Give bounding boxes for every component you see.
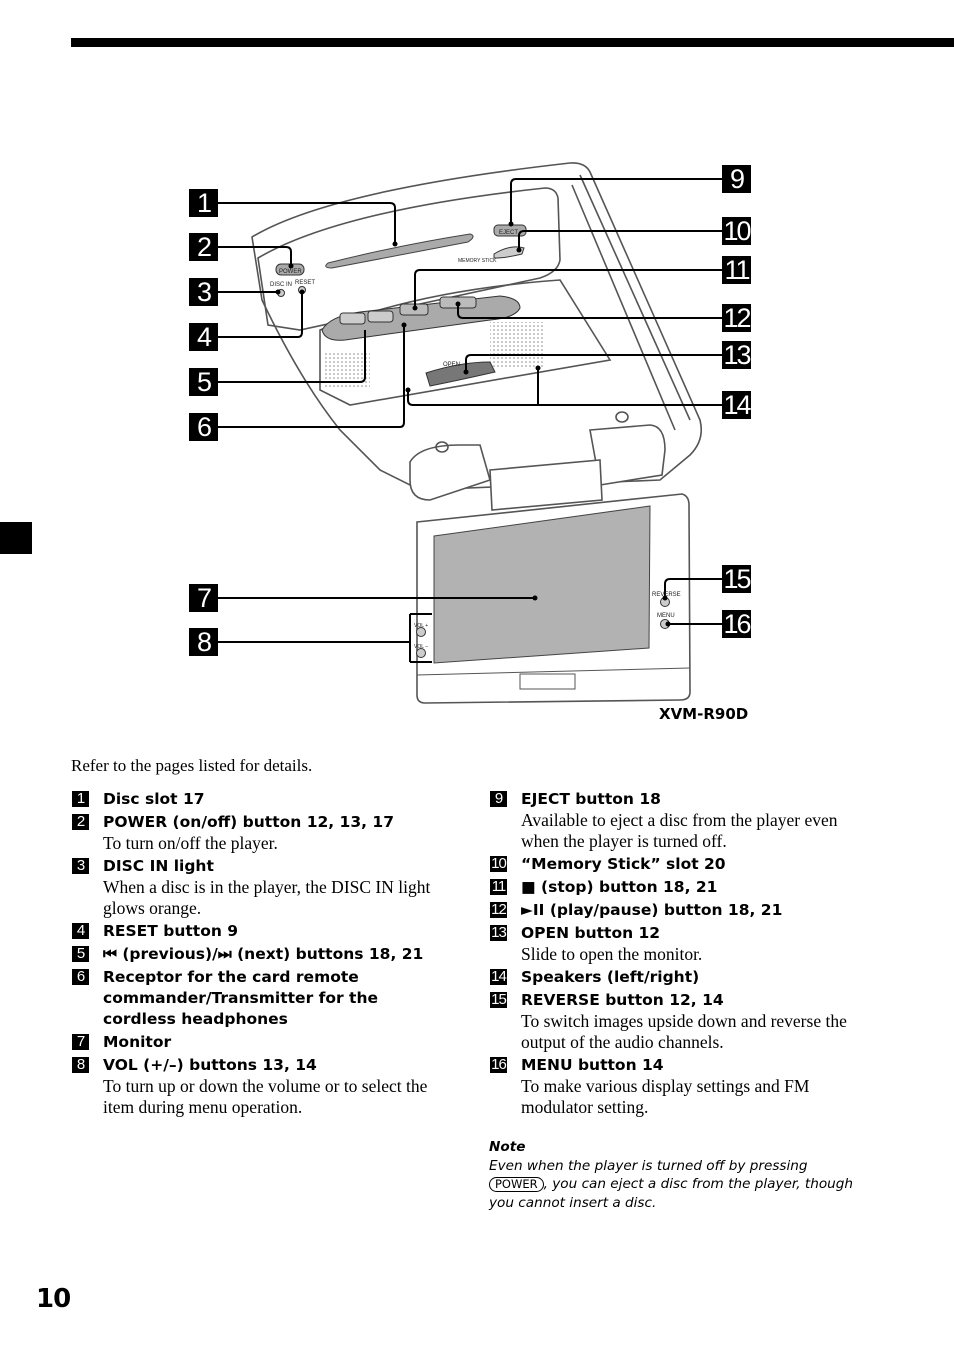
- item-title: RESET button 9: [103, 922, 239, 940]
- item-description: Available to eject a disc from the playe…: [521, 810, 838, 851]
- callout-11: 11: [722, 256, 751, 284]
- list-item: 7 Monitor: [71, 1032, 451, 1053]
- list-item: 4 RESET button 9: [71, 921, 451, 942]
- list-item: 3 DISC IN light When a disc is in the play…: [71, 856, 451, 919]
- ceiling-unit-body: [251, 162, 703, 511]
- item-title: DISC IN light: [103, 857, 214, 875]
- list-item: 12 ►II (play/pause) button 18, 21: [489, 900, 869, 921]
- callout-4: 4: [189, 323, 218, 351]
- parts-list-left: 1 Disc slot 17 2 POWER (on/off) button 12, …: [71, 789, 451, 1120]
- item-title: REVERSE button 12, 14: [521, 991, 724, 1009]
- item-description: To turn on/off the player.: [103, 833, 278, 853]
- item-number-badge: 5: [72, 946, 89, 962]
- item-description: To turn up or down the volume or to sele…: [103, 1076, 428, 1117]
- item-title: VOL (+/–) buttons 13, 14: [103, 1056, 317, 1074]
- callout-10: 10: [722, 216, 752, 246]
- open-text: OPEN: [443, 362, 460, 368]
- list-item: 10 “Memory Stick” slot 20: [489, 854, 869, 875]
- callout-9: 9: [722, 165, 751, 193]
- menu-text: MENU: [657, 613, 675, 619]
- item-number-badge: 2: [72, 814, 89, 830]
- item-title: POWER (on/off) button 12, 13, 17: [103, 813, 394, 831]
- vol-minus-text: VOL –: [414, 644, 428, 650]
- callout-8: 8: [189, 628, 218, 656]
- item-number-badge: 1: [72, 791, 89, 807]
- item-title: OPEN button 12: [521, 924, 661, 942]
- parts-list-right: 9 EJECT button 18 Available to eject a dis…: [489, 789, 869, 1120]
- callout-5: 5: [189, 368, 218, 396]
- reset-text: RESET: [295, 280, 315, 286]
- item-description: Slide to open the monitor.: [521, 944, 703, 964]
- item-description: To make various display settings and FM …: [521, 1076, 810, 1117]
- item-number-badge: 7: [72, 1034, 89, 1050]
- item-number-badge: 4: [72, 923, 89, 939]
- item-number-badge: 12: [490, 901, 507, 918]
- item-number-badge: 6: [72, 969, 89, 985]
- item-number-badge: 8: [72, 1057, 89, 1073]
- memory-stick-text: MEMORY STICK: [458, 258, 497, 264]
- list-item: 14 Speakers (left/right): [489, 967, 869, 988]
- callout-15: 15: [722, 564, 752, 594]
- note-text: Even when the player is turned off by pr…: [489, 1157, 859, 1213]
- item-number-badge: 15: [490, 991, 507, 1008]
- item-number-badge: 16: [490, 1056, 507, 1073]
- list-item: 1 Disc slot 17: [71, 789, 451, 810]
- item-number-badge: 14: [490, 968, 507, 985]
- item-number-badge: 10: [490, 855, 507, 872]
- power-key-icon: POWER: [489, 1177, 544, 1192]
- next-button-drawing: [367, 310, 394, 323]
- item-title: Disc slot 17: [103, 790, 205, 808]
- callout-7: 7: [189, 584, 218, 612]
- item-number-badge: 13: [490, 924, 507, 941]
- list-item: 15 REVERSE button 12, 14 To switch images …: [489, 990, 869, 1053]
- page-number: 10: [36, 1284, 71, 1314]
- note-text-before: Even when the player is turned off by pr…: [489, 1157, 808, 1174]
- item-number-badge: 3: [72, 858, 89, 874]
- item-title: MENU button 14: [521, 1056, 664, 1074]
- model-label: XVM-R90D: [659, 705, 749, 723]
- list-item: 5 ⏮ (previous)/⏭ (next) buttons 18, 21: [71, 944, 451, 965]
- callout-16: 16: [722, 609, 752, 639]
- list-item: 2 POWER (on/off) button 12, 13, 17 To turn…: [71, 812, 451, 854]
- callout-2: 2: [189, 233, 218, 261]
- callout-1: 1: [189, 189, 218, 217]
- device-illustration: POWER DISC IN RESET EJECT MEMORY STICK O…: [218, 162, 722, 704]
- item-number-badge: 11: [490, 878, 507, 895]
- callout-14: 14: [722, 390, 752, 420]
- list-item: 9 EJECT button 18 Available to eject a dis…: [489, 789, 869, 852]
- eject-text: EJECT: [499, 230, 518, 236]
- item-number-badge: 9: [490, 791, 507, 807]
- callout-12: 12: [722, 303, 752, 333]
- item-title: “Memory Stick” slot 20: [521, 855, 726, 873]
- item-description: When a disc is in the player, the DISC I…: [103, 877, 431, 918]
- note-title: Note: [489, 1139, 526, 1155]
- list-item: 16 MENU button 14 To make various display …: [489, 1055, 869, 1118]
- item-title: ■ (stop) button 18, 21: [521, 878, 718, 896]
- list-item: 8 VOL (+/–) buttons 13, 14 To turn up or d…: [71, 1055, 451, 1118]
- power-text: POWER: [279, 269, 302, 275]
- list-item: 13 OPEN button 12 Slide to open the monito…: [489, 923, 869, 965]
- item-title: EJECT button 18: [521, 790, 661, 808]
- vol-plus-text: VOL +: [414, 623, 428, 629]
- item-title: Receptor for the card remote commander/T…: [103, 968, 379, 1028]
- disc-in-text: DISC IN: [270, 282, 292, 288]
- note-text-after: , you can eject a disc from the player, …: [489, 1176, 854, 1211]
- device-diagram: POWER DISC IN RESET EJECT MEMORY STICK O…: [0, 0, 954, 740]
- reverse-text: REVERSE: [652, 592, 681, 598]
- callout-6: 6: [189, 413, 218, 441]
- item-title: ⏮ (previous)/⏭ (next) buttons 18, 21: [103, 945, 424, 963]
- item-description: To switch images upside down and reverse…: [521, 1011, 847, 1052]
- item-title: Monitor: [103, 1033, 172, 1051]
- note-block: Note Even when the player is turned off …: [489, 1138, 859, 1212]
- intro-text: Refer to the pages listed for details.: [71, 756, 313, 775]
- callout-3: 3: [189, 278, 218, 306]
- list-item: 6 Receptor for the card remote commander/…: [71, 967, 451, 1030]
- callout-13: 13: [722, 340, 752, 370]
- list-item: 11 ■ (stop) button 18, 21: [489, 877, 869, 898]
- item-title: Speakers (left/right): [521, 968, 700, 986]
- prev-button-drawing: [339, 312, 366, 325]
- item-title: ►II (play/pause) button 18, 21: [521, 901, 783, 919]
